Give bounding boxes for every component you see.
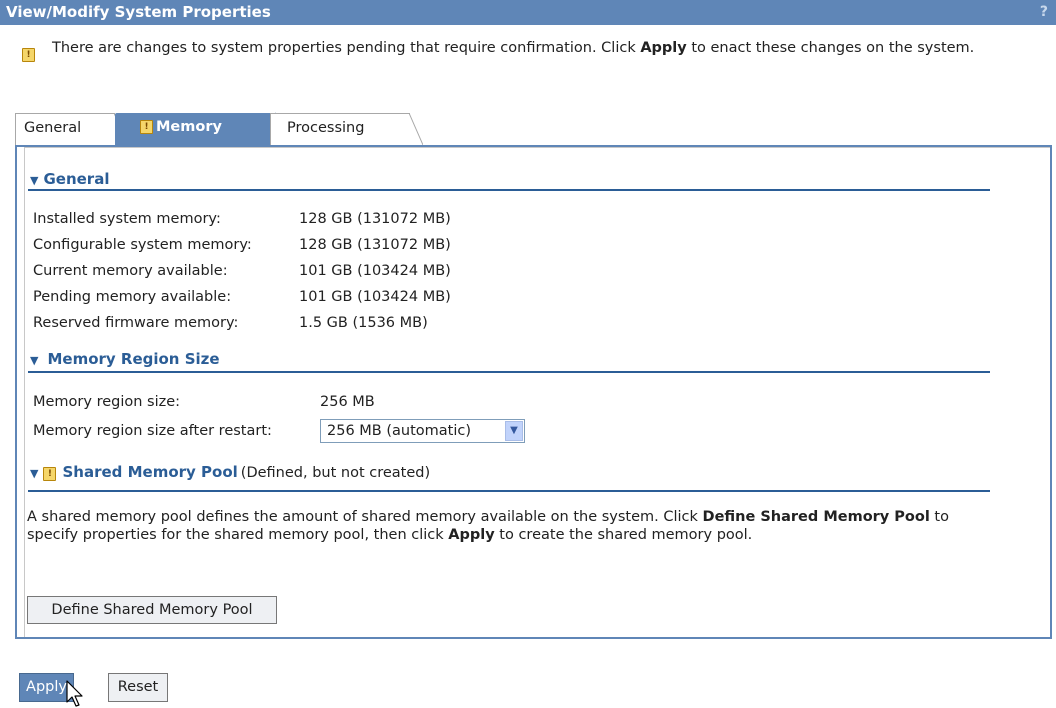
shared-pool-description: A shared memory pool defines the amount … — [27, 509, 949, 543]
tab-memory[interactable]: ! Memory — [115, 112, 289, 145]
section-divider — [28, 371, 990, 373]
section-region-header[interactable]: ▼ Memory Region Size — [30, 350, 220, 368]
tab-general-label: General — [24, 120, 82, 136]
region-size-select[interactable]: 256 MB (automatic) ▼ — [320, 419, 525, 443]
warning-icon: ! — [43, 467, 57, 481]
reset-button[interactable]: Reset — [108, 673, 168, 702]
tab-memory-label: Memory — [156, 119, 222, 135]
collapse-triangle-icon[interactable]: ▼ — [30, 467, 38, 480]
tab-corner — [409, 113, 423, 145]
configurable-memory-row: Configurable system memory: 128 GB (13107… — [33, 237, 451, 253]
region-size-selected-value: 256 MB (automatic) — [327, 423, 471, 439]
pending-changes-message: ! There are changes to system properties… — [22, 39, 1042, 62]
current-memory-row: Current memory available: 101 GB (103424 … — [33, 263, 451, 279]
pending-memory-row: Pending memory available: 101 GB (103424 … — [33, 289, 451, 305]
firmware-memory-row: Reserved firmware memory: 1.5 GB (1536 MB… — [33, 315, 428, 331]
collapse-triangle-icon[interactable]: ▼ — [30, 174, 38, 187]
region-size-row: Memory region size: 256 MB — [33, 394, 375, 410]
tab-processing-label: Processing — [287, 120, 365, 136]
pending-message-text: There are changes to system properties p… — [52, 40, 975, 56]
window-title: View/Modify System Properties — [6, 3, 271, 21]
warning-icon: ! — [140, 120, 153, 134]
window-title-bar: View/Modify System Properties ? — [0, 0, 1056, 25]
help-icon[interactable]: ? — [1040, 0, 1048, 25]
collapse-triangle-icon[interactable]: ▼ — [30, 354, 38, 367]
section-divider — [28, 490, 990, 492]
dropdown-arrow-icon[interactable]: ▼ — [505, 421, 523, 441]
warning-icon: ! — [22, 48, 35, 62]
tab-general[interactable]: General — [15, 113, 128, 145]
mouse-cursor-icon — [66, 680, 83, 707]
installed-memory-row: Installed system memory: 128 GB (131072 M… — [33, 211, 451, 227]
section-shared-header[interactable]: ▼! Shared Memory Pool (Defined, but not cr… — [30, 463, 430, 481]
define-shared-pool-button[interactable]: Define Shared Memory Pool — [27, 596, 277, 624]
region-restart-label: Memory region size after restart: — [33, 423, 272, 439]
section-general-header[interactable]: ▼ General — [30, 170, 109, 188]
tab-processing[interactable]: Processing — [270, 113, 423, 145]
section-divider — [28, 189, 990, 191]
